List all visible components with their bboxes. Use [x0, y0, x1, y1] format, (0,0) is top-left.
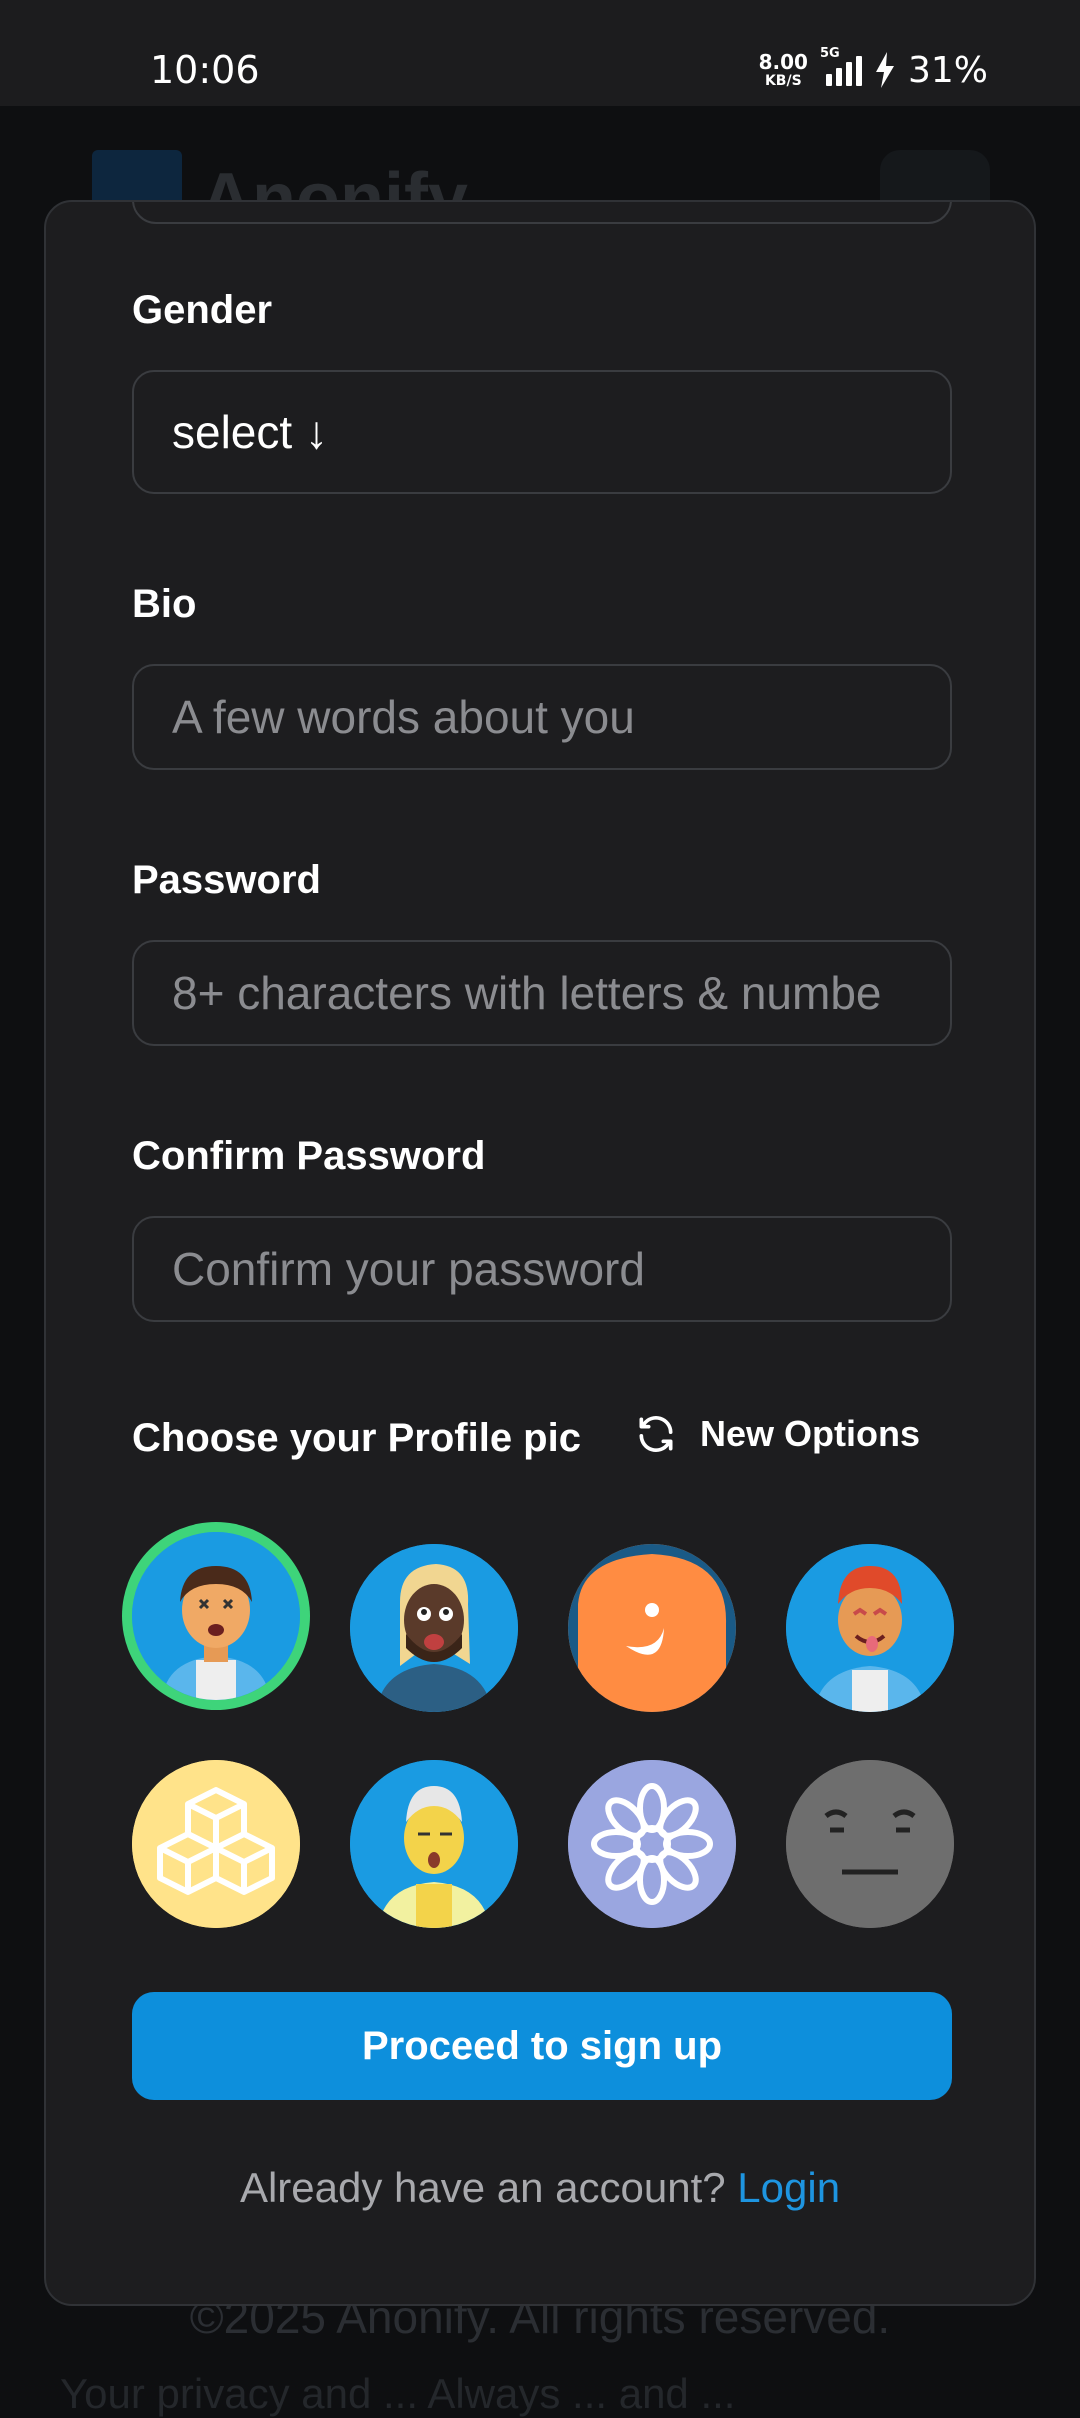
avatar-option[interactable] [350, 1544, 518, 1712]
yellow-man-avatar-icon [350, 1760, 518, 1928]
network-speed-value: 8.00 [758, 50, 808, 74]
cubes-avatar-icon [132, 1760, 300, 1928]
refresh-icon [639, 1416, 673, 1452]
previous-field-edge [132, 202, 952, 224]
gender-select[interactable]: select ↓ [132, 370, 952, 494]
avatar-option[interactable] [568, 1544, 736, 1712]
grey-face-avatar-icon [786, 1760, 954, 1928]
confirm-password-label: Confirm Password [132, 1134, 486, 1178]
status-bar: 10:06 8.00 KB/S 5G 31% [0, 0, 1080, 106]
orange-blob-avatar-icon [568, 1544, 736, 1712]
gender-select-value: select ↓ [172, 406, 328, 458]
flower-avatar-icon [568, 1760, 736, 1928]
battery-percent: 31% [907, 49, 988, 91]
bio-label: Bio [132, 582, 197, 626]
password-label: Password [132, 858, 321, 902]
gender-label: Gender [132, 288, 273, 332]
new-options-button[interactable]: New Options [634, 1412, 920, 1456]
proceed-signup-button[interactable]: Proceed to sign up [132, 1992, 952, 2100]
charging-icon [875, 52, 894, 88]
signup-card: Gender select ↓ Bio Password Confirm Pas… [44, 200, 1036, 2306]
dizzy-man-avatar-icon [132, 1532, 300, 1700]
avatar-option[interactable] [568, 1760, 736, 1928]
signal-icon: 5G [820, 46, 862, 86]
status-time: 10:06 [150, 48, 260, 92]
login-prompt-text: Already have an account? [239, 2164, 738, 2211]
status-icons: 8.00 KB/S 5G 31% [759, 44, 988, 96]
avatar-option[interactable] [786, 1760, 954, 1928]
login-prompt: Already have an account? Login [46, 2164, 1034, 2212]
avatar-option[interactable] [132, 1760, 300, 1928]
new-options-label: New Options [700, 1413, 921, 1454]
avatar-option[interactable] [786, 1544, 954, 1712]
network-speed: 8.00 KB/S [759, 52, 808, 88]
footer-note: Your privacy and ... Always ... and ... [60, 2370, 736, 2417]
bio-input[interactable] [132, 664, 952, 770]
login-link[interactable]: Login [737, 2164, 840, 2211]
confirm-password-input[interactable] [132, 1216, 952, 1322]
network-speed-unit: KB/S [764, 73, 802, 89]
profile-pic-label: Choose your Profile pic [132, 1416, 581, 1460]
password-input[interactable] [132, 940, 952, 1046]
avatar-option[interactable] [132, 1532, 300, 1700]
redhead-man-avatar-icon [786, 1544, 954, 1712]
blonde-man-avatar-icon [350, 1544, 518, 1712]
network-type: 5G [819, 46, 840, 61]
profile-pic-header: Choose your Profile pic New Options [132, 1412, 952, 1472]
avatar-option[interactable] [350, 1760, 518, 1928]
